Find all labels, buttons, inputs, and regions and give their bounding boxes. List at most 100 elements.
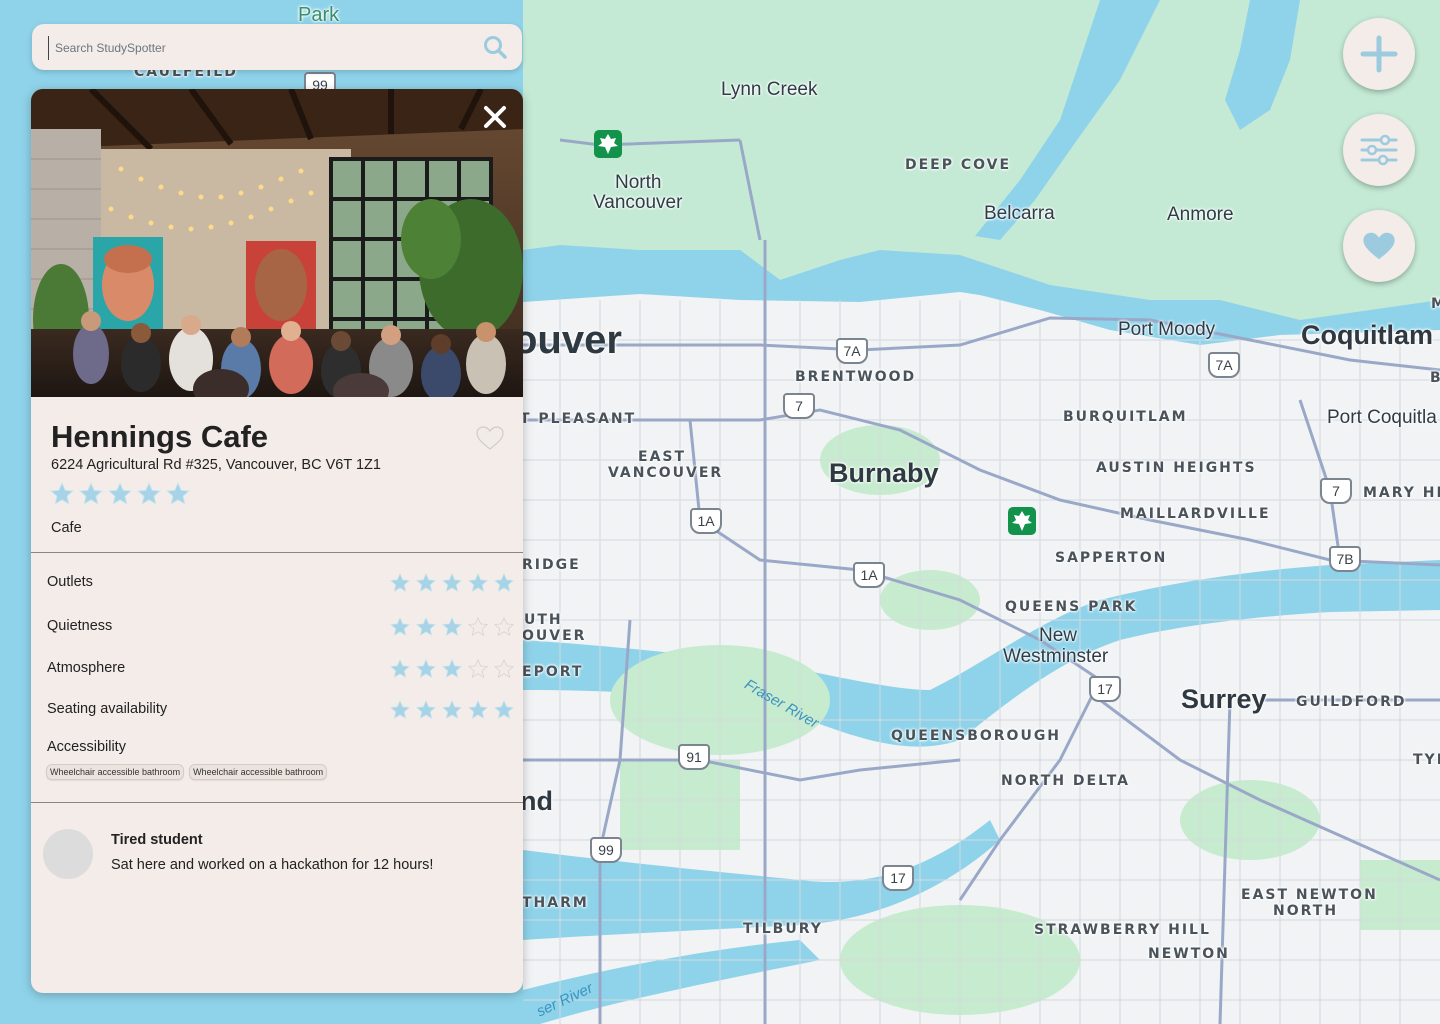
close-icon[interactable] xyxy=(481,103,509,131)
divider xyxy=(31,552,523,553)
map-label-north-delta: NORTH DELTA xyxy=(1001,773,1130,789)
star-empty-icon xyxy=(493,658,515,679)
star-filled-icon xyxy=(166,482,190,505)
rating-stars[interactable] xyxy=(389,699,515,721)
map-label-mary-hill: MARY HIL xyxy=(1363,485,1440,501)
map-label-mt-pleasant: T PLEASANT xyxy=(520,411,637,427)
map-label-east-newton-1: EAST NEWTON xyxy=(1241,887,1378,903)
star-filled-icon xyxy=(389,699,411,720)
place-address: 6224 Agricultural Rd #325, Vancouver, BC… xyxy=(51,457,381,473)
map-label-austin-heights: AUSTIN HEIGHTS xyxy=(1096,460,1257,476)
map-label-ridge: RIDGE xyxy=(522,557,581,573)
plus-icon xyxy=(1360,35,1398,73)
highway-shield-7b: 7B xyxy=(1329,546,1361,572)
map-label-tilbury: TILBURY xyxy=(743,921,823,937)
rating-row-seating-availability: Seating availability xyxy=(47,696,515,724)
place-detail-panel: Hennings Cafe 6224 Agricultural Rd #325,… xyxy=(31,89,523,993)
map-label-south-van-1: UTH xyxy=(524,612,563,628)
star-filled-icon xyxy=(415,699,437,720)
search-input[interactable] xyxy=(48,36,477,60)
map-label-south-van-2: OUVER xyxy=(522,628,587,644)
star-filled-icon xyxy=(108,482,132,505)
rating-row-outlets: Outlets xyxy=(47,569,515,597)
rating-label: Seating availability xyxy=(47,701,168,717)
trans-canada-highway-icon xyxy=(1008,507,1036,535)
map-label-b: B xyxy=(1430,370,1440,386)
star-filled-icon xyxy=(389,658,411,679)
star-filled-icon xyxy=(441,616,463,637)
map-label-sapperton: SAPPERTON xyxy=(1055,550,1168,566)
map-label-guildford: GUILDFORD xyxy=(1296,694,1407,710)
highway-shield-7: 7 xyxy=(783,393,815,419)
map-label-new-west-2: Westminster xyxy=(1003,646,1109,667)
rating-stars[interactable] xyxy=(389,658,515,680)
highway-shield-7: 7 xyxy=(1320,478,1352,504)
map-label-north-vancouver-2: Vancouver xyxy=(593,192,683,213)
review-text: Sat here and worked on a hackathon for 1… xyxy=(111,857,434,873)
map-label-vancouver: ouver xyxy=(513,318,622,362)
map-label-tyn: TYI xyxy=(1413,752,1440,768)
rating-stars[interactable] xyxy=(389,616,515,638)
search-bar xyxy=(32,24,522,70)
place-name: Hennings Cafe xyxy=(51,419,269,454)
star-filled-icon xyxy=(389,572,411,593)
review-author: Tired student xyxy=(111,832,203,848)
map-label-port-coquitlam: Port Coquitla xyxy=(1327,407,1437,428)
star-filled-icon xyxy=(137,482,161,505)
highway-shield-1a: 1A xyxy=(690,508,722,534)
sliders-icon xyxy=(1360,134,1398,166)
map-label-surrey: Surrey xyxy=(1181,684,1267,714)
heart-icon[interactable] xyxy=(475,425,505,451)
rating-row-atmosphere: Atmosphere xyxy=(47,655,515,683)
star-filled-icon xyxy=(441,658,463,679)
map-label-burquitlam: BURQUITLAM xyxy=(1063,409,1188,425)
map-label-east-newton-2: NORTH xyxy=(1273,903,1339,919)
star-filled-icon xyxy=(389,616,411,637)
accessibility-label: Accessibility xyxy=(47,739,126,755)
star-filled-icon xyxy=(493,572,515,593)
zoom-in-button[interactable] xyxy=(1343,18,1415,90)
divider xyxy=(31,802,523,803)
favorites-button[interactable] xyxy=(1343,210,1415,282)
star-filled-icon xyxy=(79,482,103,505)
accessibility-tag: Wheelchair accessible bathroom xyxy=(46,764,185,780)
map-label-newton: NEWTON xyxy=(1148,946,1230,962)
highway-shield-1a: 1A xyxy=(853,562,885,588)
highway-shield-17: 17 xyxy=(882,865,914,891)
map-label-burnaby: Burnaby xyxy=(829,458,939,488)
search-icon[interactable] xyxy=(482,34,508,60)
map-label-marpole: EPORT xyxy=(522,664,584,680)
rating-row-quietness: Quietness xyxy=(47,613,515,641)
highway-shield-7a: 7A xyxy=(1208,352,1240,378)
map-label-maillardville: MAILLARDVILLE xyxy=(1120,506,1271,522)
avatar xyxy=(43,829,93,879)
map-label-queensborough: QUEENSBOROUGH xyxy=(891,728,1062,744)
accessibility-tag: Wheelchair accessible bathroom xyxy=(189,764,328,780)
star-filled-icon xyxy=(493,699,515,720)
map-label-north-vancouver-1: North xyxy=(615,172,662,193)
star-filled-icon xyxy=(467,699,489,720)
map-label-tharm: THARM xyxy=(522,895,589,911)
filter-button[interactable] xyxy=(1343,114,1415,186)
star-filled-icon xyxy=(415,658,437,679)
place-photo xyxy=(31,89,523,397)
trans-canada-highway-icon xyxy=(594,130,622,158)
map-label-queens-park: QUEENS PARK xyxy=(1005,599,1138,615)
star-empty-icon xyxy=(467,658,489,679)
rating-stars[interactable] xyxy=(389,572,515,594)
map-label-anmore: Anmore xyxy=(1167,204,1234,225)
map-label-east-van-2: VANCOUVER xyxy=(608,465,724,481)
map-label-lynn-creek: Lynn Creek xyxy=(721,79,818,100)
map-label-brentwood: BRENTWOOD xyxy=(795,369,917,385)
map-label-new-west-1: New xyxy=(1039,625,1078,646)
overall-rating-stars xyxy=(49,481,191,507)
star-filled-icon xyxy=(441,699,463,720)
star-empty-icon xyxy=(467,616,489,637)
highway-shield-91: 91 xyxy=(678,744,710,770)
map-label-m: M xyxy=(1431,296,1440,312)
rating-label: Quietness xyxy=(47,618,113,634)
star-filled-icon xyxy=(415,572,437,593)
highway-shield-99: 99 xyxy=(590,837,622,863)
map-label-belcarra: Belcarra xyxy=(984,203,1055,224)
star-filled-icon xyxy=(50,482,74,505)
